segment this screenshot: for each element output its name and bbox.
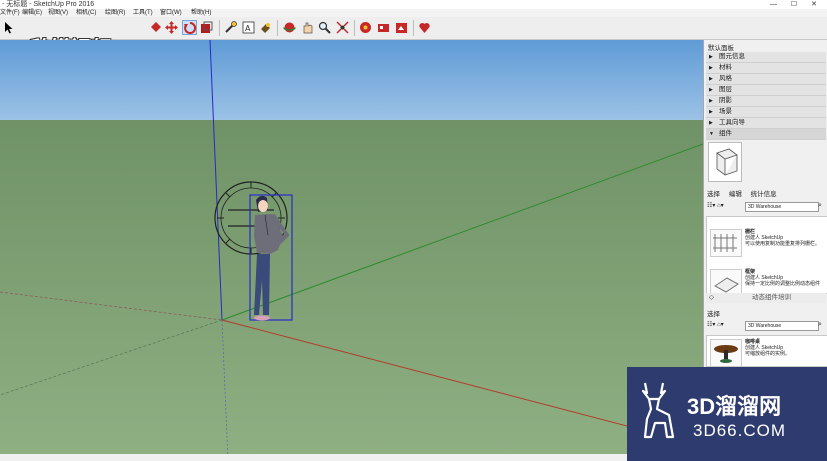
select-icon[interactable] — [1, 20, 16, 35]
secondary-component-list[interactable]: 咖啡桌 创建人 SketchUp 可缩放组件的实例。 — [706, 335, 827, 367]
menu-view[interactable]: 视图(V) — [48, 9, 68, 17]
secondary-select-label: 选择 — [707, 311, 720, 318]
panel-title: 默认面板 — [708, 45, 734, 52]
share-icon[interactable] — [394, 20, 409, 35]
secondary-search-row: ☷▾ ⌂▾ 3D Warehouse ⌕ — [707, 320, 825, 332]
menu-tools[interactable]: 工具(T) — [133, 9, 153, 17]
secondary-search-input[interactable]: 3D Warehouse — [745, 321, 819, 331]
tray-entity-info[interactable]: ▶ 图元信息 — [706, 52, 826, 63]
fence-thumbnail — [710, 229, 742, 257]
tray-layers[interactable]: ▶ 图层 — [706, 85, 826, 96]
frame-thumbnail — [710, 269, 742, 293]
menu-draw[interactable]: 绘图(R) — [105, 9, 125, 17]
extension-icon[interactable] — [376, 20, 391, 35]
component-tabs: 选择 编辑 统计信息 — [707, 188, 784, 198]
component-list[interactable]: 栅栏 创建人 SketchUp 可以使用复制功能重复排列栅栏。 框架 创建人 S… — [706, 216, 827, 294]
svg-text:A: A — [245, 24, 251, 33]
dynamic-component-icon: ◇ — [709, 294, 714, 301]
layout-icon[interactable] — [417, 20, 432, 35]
ground — [0, 120, 703, 461]
brand-watermark: 3D溜溜网 3D66.COM — [627, 367, 827, 461]
tab-edit[interactable]: 编辑 — [729, 191, 742, 198]
tray-shadows[interactable]: ▶ 阴影 — [706, 96, 826, 107]
search-icon[interactable]: ⌕ — [818, 321, 822, 329]
move-icon[interactable] — [164, 20, 179, 35]
tray-components[interactable]: ▼ 组件 — [706, 129, 826, 140]
warehouse-icon[interactable] — [358, 20, 373, 35]
view-options-icon[interactable]: ☷▾ ⌂▾ — [707, 202, 724, 209]
toolbar: A 秒懂视频 — [0, 17, 827, 61]
menu-bar: 文件(F) 编辑(E) 视图(V) 相机(C) 绘图(R) 工具(T) 窗口(W… — [0, 9, 827, 17]
menu-window[interactable]: 窗口(W) — [160, 9, 182, 17]
window-controls[interactable]: — ☐ ✕ — [770, 0, 823, 9]
menu-help[interactable]: 帮助(H) — [191, 9, 211, 17]
zoom-extents-icon[interactable] — [335, 20, 350, 35]
tab-statistics[interactable]: 统计信息 — [751, 191, 777, 198]
view-options-icon[interactable]: ☷▾ ⌂▾ — [707, 321, 724, 328]
window-title: - 无标题 - SketchUp Pro 2016 — [2, 1, 95, 8]
tab-select[interactable]: 选择 — [707, 191, 720, 198]
paint-icon[interactable] — [258, 20, 273, 35]
component-search-input[interactable]: 3D Warehouse — [745, 202, 819, 212]
menu-file[interactable]: 文件(F) — [0, 9, 20, 17]
pan-icon[interactable] — [300, 20, 315, 35]
menu-camera[interactable]: 相机(C) — [76, 9, 96, 17]
brand-name: 3D溜溜网 — [687, 394, 782, 419]
tray-styles[interactable]: ▶ 风格 — [706, 74, 826, 85]
zoom-icon[interactable] — [317, 20, 332, 35]
paint-bucket-icon[interactable] — [148, 20, 163, 35]
title-bar: - 无标题 - SketchUp Pro 2016 — ☐ ✕ — [0, 0, 827, 9]
rotate-icon[interactable] — [182, 20, 197, 35]
search-icon[interactable]: ⌕ — [818, 202, 822, 210]
coffee-table-thumbnail — [710, 339, 742, 366]
text-icon[interactable]: A — [241, 20, 256, 35]
menu-edit[interactable]: 编辑(E) — [22, 9, 42, 17]
tray-scenes[interactable]: ▶ 场景 — [706, 107, 826, 118]
scale-icon[interactable] — [199, 20, 214, 35]
dynamic-components-training[interactable]: ◇ 动态组件培训 — [706, 293, 826, 303]
tray-instructor[interactable]: ▶ 工具向导 — [706, 118, 826, 129]
component-search-row: ☷▾ ⌂▾ 3D Warehouse ⌕ — [707, 201, 825, 213]
tray-materials[interactable]: ▶ 材料 — [706, 63, 826, 74]
tape-measure-icon[interactable] — [223, 20, 238, 35]
component-preview — [708, 142, 742, 182]
brand-domain: 3D66.COM — [693, 421, 787, 440]
drawing-viewport[interactable] — [0, 40, 703, 461]
orbit-icon[interactable] — [282, 20, 297, 35]
status-bar — [0, 454, 627, 461]
deer-logo-icon — [641, 382, 675, 439]
